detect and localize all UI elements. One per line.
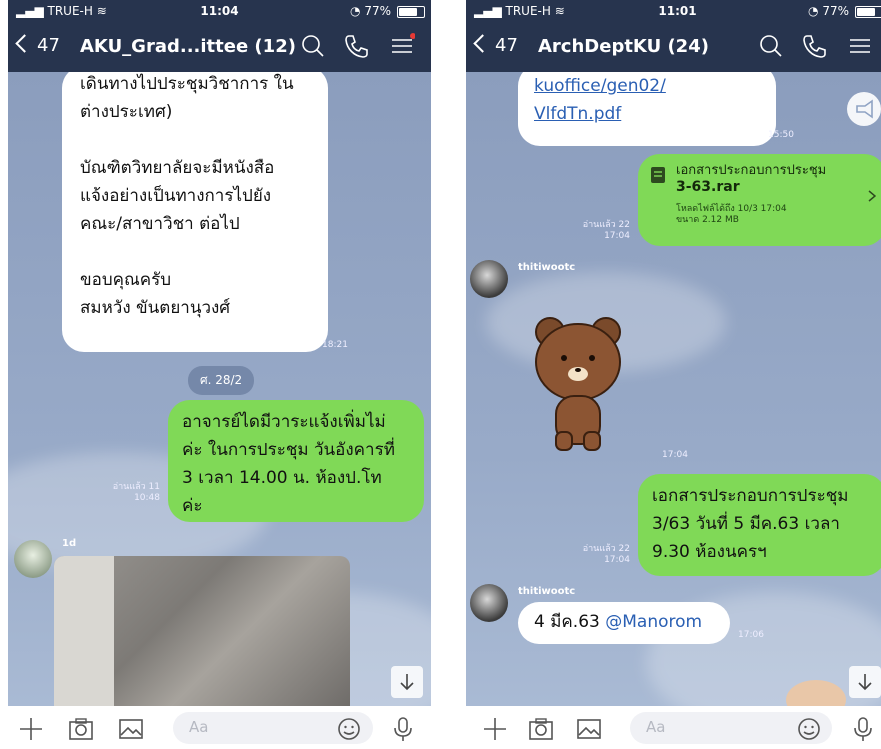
chevron-left-icon [473, 34, 492, 53]
camera-icon[interactable] [68, 716, 94, 742]
megaphone-icon [856, 99, 873, 119]
battery-icon [397, 6, 425, 18]
scroll-down-button[interactable] [391, 666, 423, 698]
link-text[interactable]: kuoffice/gen02/ [534, 72, 760, 100]
chat-title: ArchDeptKU (24) [538, 36, 709, 57]
chat-area[interactable]: kuoffice/gen02/ VlfdTn.pdf 15:50 เอกสารป… [466, 72, 881, 706]
date-separator: ศ. 28/2 [188, 366, 255, 395]
outgoing-message[interactable]: อาจารย์ไดมีวาระแจ้งเพิ่มไม่ ค่ะ ในการประ… [168, 400, 424, 522]
file-details: โหลดไฟล์ได้ถึง 10/3 17:04 ขนาด 2.12 MB [676, 204, 787, 225]
mention-link[interactable]: @Manorom [605, 612, 702, 632]
incoming-message[interactable]: 4 มีค.63 @Manorom [518, 602, 730, 644]
message-line: 9.30 ห้องนครฯ [652, 542, 767, 562]
message-line [80, 238, 310, 266]
avatar[interactable] [470, 584, 508, 622]
message-line [80, 126, 310, 154]
file-message[interactable]: เอกสารประกอบการประชุม 3-63.rar โหลดไฟล์ไ… [638, 154, 881, 246]
scroll-down-button[interactable] [849, 666, 881, 698]
message-line: ค่ะ ในการประชุม วันอังคารที่ [182, 440, 395, 460]
incoming-message[interactable]: เดินทางไปประชุมวิชาการ ใน ต่างประเทศ) บั… [62, 72, 328, 352]
sender-name: 1d [62, 538, 77, 549]
message-time: 17:06 [738, 630, 764, 640]
message-text: 4 มีค.63 [534, 612, 606, 632]
message-line: ค่ะ [182, 496, 203, 516]
mic-icon[interactable] [390, 716, 416, 742]
avatar[interactable] [470, 260, 508, 298]
right-chat-screen: ▂▄▆ TRUE-H ≋ 11:01 ◔ 77% 47 ArchDeptKU (… [466, 0, 881, 749]
photo-message[interactable] [54, 556, 350, 706]
menu-icon[interactable] [389, 33, 415, 59]
message-line: เดินทางไปประชุมวิชาการ ใน [80, 74, 294, 94]
message-time: 17:04 [662, 450, 688, 460]
chat-header: 47 AKU_Grad...ittee (12) [8, 22, 431, 72]
search-icon[interactable] [758, 33, 784, 59]
file-icon [651, 167, 665, 183]
message-time: 18:21 [322, 340, 348, 350]
link-text[interactable]: VlfdTn.pdf [534, 100, 760, 128]
image-icon[interactable] [576, 716, 602, 742]
message-composer: Aa [466, 706, 881, 749]
arrow-down-icon [858, 674, 872, 691]
announcement-button[interactable] [847, 92, 881, 126]
battery-percent: ◔ 77% [350, 4, 391, 18]
message-line: ขอบคุณครับ [80, 270, 172, 290]
chat-area[interactable]: เดินทางไปประชุมวิชาการ ใน ต่างประเทศ) บั… [8, 72, 431, 706]
sender-name: thitiwootc [518, 262, 576, 273]
message-line: อาจารย์ไดมีวาระแจ้งเพิ่มไม่ [182, 412, 386, 432]
emoji-icon[interactable] [336, 716, 362, 742]
sticker-preview [680, 682, 740, 706]
read-receipt: อ่านแล้ว 11 10:48 [112, 482, 160, 503]
search-icon[interactable] [300, 33, 326, 59]
outgoing-message[interactable]: เอกสารประกอบการประชุม 3/63 วันที่ 5 มีค.… [638, 474, 881, 576]
image-icon[interactable] [118, 716, 144, 742]
phone-icon[interactable] [343, 33, 369, 59]
message-line: 3/63 วันที่ 5 มีค.63 เวลา [652, 514, 840, 534]
message-line: เอกสารประกอบการประชุม [652, 486, 849, 506]
chevron-left-icon [15, 34, 34, 53]
message-composer: Aa [8, 706, 431, 749]
battery-percent: ◔ 77% [808, 4, 849, 18]
incoming-link-message[interactable]: kuoffice/gen02/ VlfdTn.pdf [518, 72, 776, 146]
message-line: สมหวัง ขันตยานุวงศ์ [80, 298, 231, 318]
emoji-icon[interactable] [796, 716, 822, 742]
status-bar: ▂▄▆ TRUE-H ≋ 11:01 ◔ 77% [466, 0, 881, 22]
back-button[interactable]: 47 [15, 34, 60, 56]
arrow-down-icon [400, 674, 414, 691]
menu-icon[interactable] [847, 33, 873, 59]
left-chat-screen: ▂▄▆ TRUE-H ≋ 11:04 ◔ 77% 47 AKU_Grad...i… [8, 0, 431, 749]
phone-icon[interactable] [801, 33, 827, 59]
chat-title: AKU_Grad...ittee (12) [80, 36, 296, 57]
battery-icon [855, 6, 881, 18]
avatar[interactable] [14, 540, 52, 578]
back-button[interactable]: 47 [473, 34, 518, 56]
bear-sticker[interactable] [532, 312, 624, 452]
message-line: 3 เวลา 14.00 น. ห้องป.โท [182, 468, 382, 488]
message-line: คณะ/สาขาวิชา ต่อไป [80, 214, 240, 234]
mic-icon[interactable] [850, 716, 876, 742]
read-receipt: อ่านแล้ว 22 17:04 [582, 544, 630, 565]
read-receipt: อ่านแล้ว 22 17:04 [582, 220, 630, 241]
message-line: ต่างประเทศ) [80, 102, 173, 122]
plus-icon[interactable] [18, 716, 44, 742]
message-line: แจ้งอย่างเป็นทางการไปยัง [80, 186, 272, 206]
status-bar: ▂▄▆ TRUE-H ≋ 11:04 ◔ 77% [8, 0, 431, 22]
camera-icon[interactable] [528, 716, 554, 742]
sender-name: thitiwootc [518, 586, 576, 597]
file-name: เอกสารประกอบการประชุม 3-63.rar [676, 163, 827, 195]
plus-icon[interactable] [482, 716, 508, 742]
chat-header: 47 ArchDeptKU (24) [466, 22, 881, 72]
message-line: บัณฑิตวิทยาลัยจะมีหนังสือ [80, 158, 275, 178]
chevron-right-icon [868, 190, 876, 202]
message-time: 15:50 [768, 130, 794, 140]
